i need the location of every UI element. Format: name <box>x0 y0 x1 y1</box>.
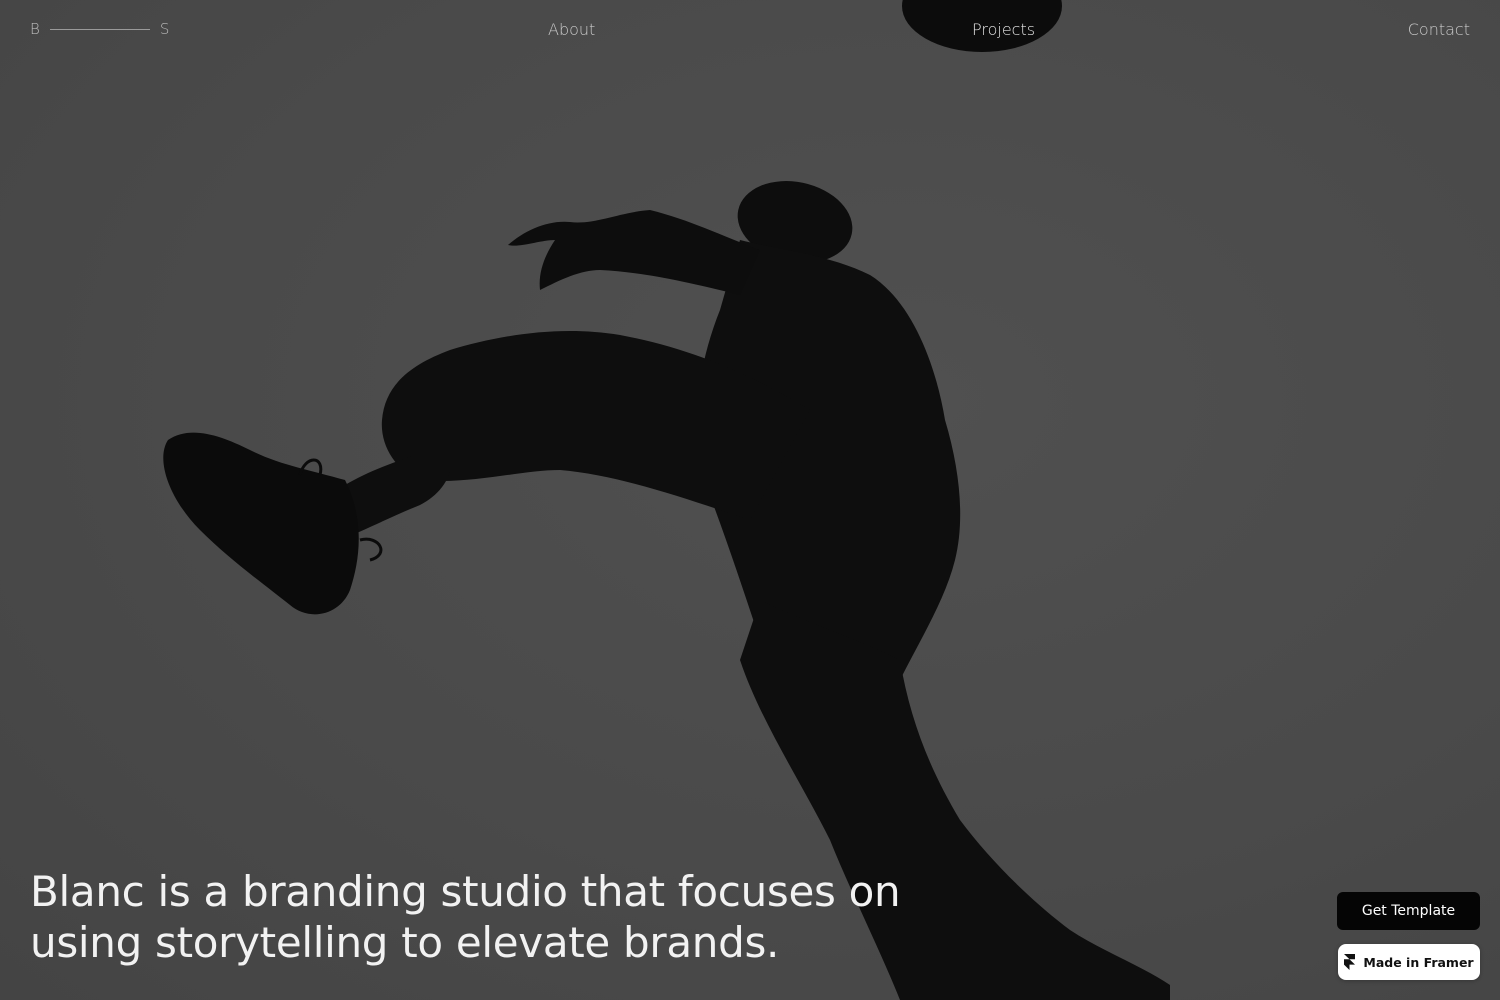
hero-section: B S About Projects Contact Blanc is a br… <box>0 0 1500 1000</box>
hero-headline: Blanc is a branding studio that focuses … <box>30 866 930 968</box>
get-template-button[interactable]: Get Template <box>1337 892 1480 930</box>
logo[interactable]: B S <box>30 20 169 38</box>
nav-link-projects[interactable]: Projects <box>972 20 1035 39</box>
hero-headline-line-1: Blanc is a branding studio that focuses … <box>30 867 901 916</box>
made-in-framer-label: Made in Framer <box>1363 954 1474 970</box>
logo-letter-left: B <box>30 20 40 38</box>
arm-shape <box>508 210 760 295</box>
nav-link-about[interactable]: About <box>548 20 595 39</box>
logo-letter-right: S <box>159 20 170 38</box>
nav-link-contact[interactable]: Contact <box>1408 20 1470 39</box>
hero-headline-line-2: using storytelling to elevate brands. <box>30 918 780 967</box>
hero-image-jumping-figure <box>163 0 1170 1000</box>
framer-logo-icon <box>1344 954 1356 970</box>
made-in-framer-badge[interactable]: Made in Framer <box>1338 944 1480 980</box>
logo-divider-line <box>49 28 150 30</box>
top-navigation: B S About Projects Contact <box>0 0 1500 60</box>
shoe-shape <box>163 432 359 615</box>
get-template-label: Get Template <box>1361 903 1456 919</box>
